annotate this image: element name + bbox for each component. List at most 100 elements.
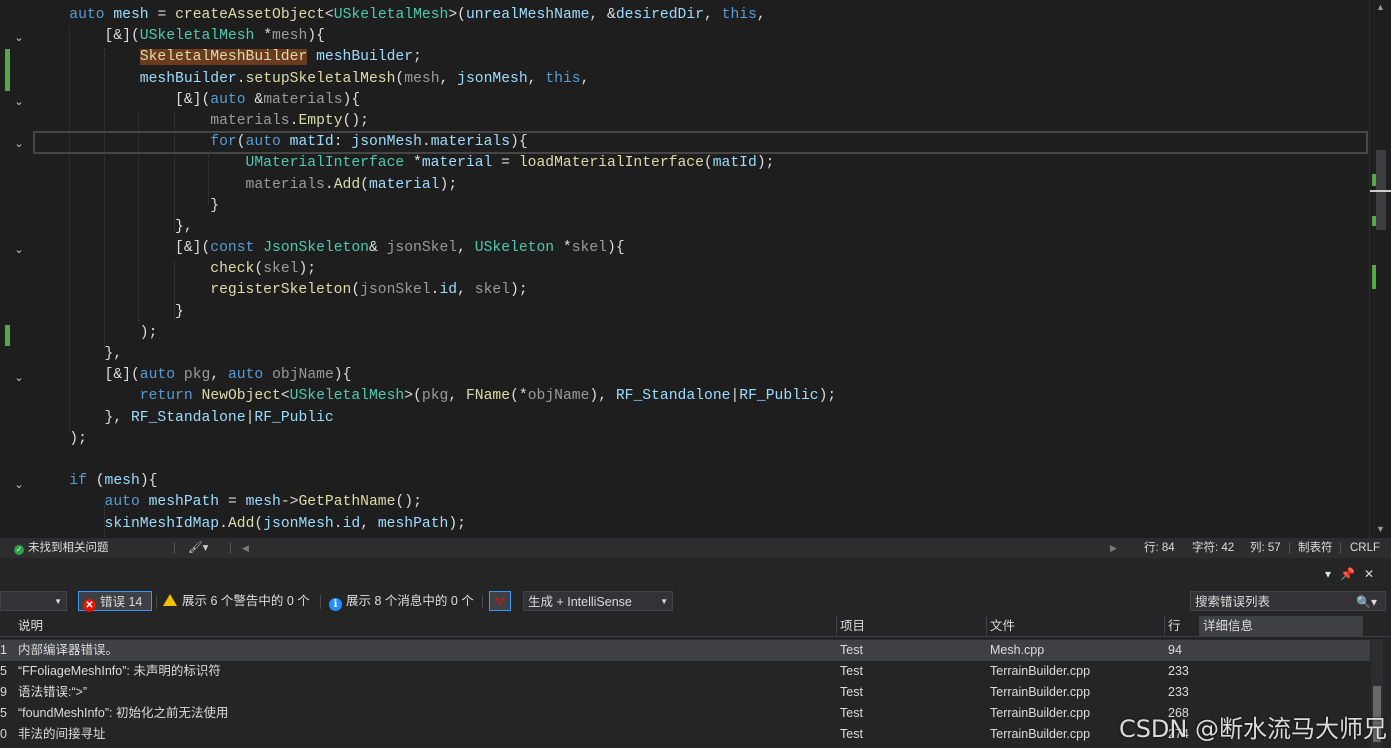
error-file-cell: Mesh.cpp: [990, 643, 1045, 657]
error-file-cell: TerrainBuilder.cpp: [990, 685, 1091, 699]
warnings-label: 展示 6 个警告中的 0 个: [182, 594, 310, 608]
divider: [230, 542, 231, 554]
code-line[interactable]: check(skel);: [34, 259, 1369, 280]
error-row[interactable]: 1 内部编译器错误。 Test Mesh.cpp 94: [0, 640, 1370, 661]
code-line[interactable]: }: [34, 302, 1369, 323]
code-line[interactable]: if (mesh){: [34, 471, 1369, 492]
editor-vertical-scrollbar[interactable]: ▲ ▼: [1369, 0, 1391, 538]
error-line-cell: 233: [1168, 685, 1189, 699]
chevron-down-icon: ▼: [660, 597, 668, 606]
fold-collapse-icon[interactable]: ⌄: [12, 137, 26, 151]
code-line[interactable]: materials.Add(material);: [34, 175, 1369, 196]
code-line[interactable]: SkeletalMeshBuilder meshBuilder;: [34, 47, 1369, 68]
code-cleanup-brush-icon[interactable]: 🖌▾: [188, 538, 208, 558]
scroll-left-icon[interactable]: ◀: [242, 538, 249, 558]
scroll-caret-marker: [1370, 190, 1391, 192]
divider: [174, 542, 175, 554]
column-divider[interactable]: [836, 616, 837, 637]
fold-collapse-icon[interactable]: ⌄: [12, 371, 26, 385]
panel-header: ▾📌✕: [0, 564, 1391, 586]
column-header-details[interactable]: 详细信息: [1199, 616, 1363, 637]
divider: [1340, 542, 1341, 554]
search-placeholder: 搜索错误列表: [1195, 595, 1271, 609]
code-line[interactable]: return NewObject<USkeletalMesh>(pkg, FNa…: [34, 386, 1369, 407]
char-indicator[interactable]: 字符: 42: [1192, 538, 1234, 558]
code-line[interactable]: skinMeshIdMap.Add(jsonMesh.id, meshPath)…: [34, 514, 1369, 535]
source-dropdown[interactable]: 生成 + IntelliSense ▼: [523, 591, 673, 611]
watermark: CSDN @断水流马大师兄: [1118, 715, 1387, 743]
warning-icon: [163, 594, 177, 606]
divider: [482, 595, 483, 609]
line-indicator[interactable]: 行: 84: [1144, 538, 1175, 558]
warnings-filter-button[interactable]: 展示 6 个警告中的 0 个: [163, 591, 310, 611]
code-line[interactable]: registerSkeleton(jsonSkel.id, skel);: [34, 280, 1369, 301]
code-line[interactable]: [&](const JsonSkeleton& jsonSkel, USkele…: [34, 238, 1369, 259]
error-code-cell: 5: [0, 706, 7, 720]
code-line[interactable]: );: [34, 323, 1369, 344]
divider: [156, 595, 157, 609]
health-indicator[interactable]: ✓ 未找到相关问题: [14, 538, 109, 558]
error-list-toolbar: ▼ ✕ 错误 14 展示 6 个警告中的 0 个 i 展示 8 个消息中的 0 个 …: [0, 588, 1391, 614]
filter-icon[interactable]: ⛛: [489, 591, 511, 611]
code-line[interactable]: }: [34, 196, 1369, 217]
pin-icon[interactable]: 📌: [1340, 567, 1364, 581]
error-description-cell: 内部编译器错误。: [18, 643, 119, 657]
scroll-up-icon[interactable]: ▲: [1376, 2, 1385, 12]
error-code-cell: 5: [0, 664, 7, 678]
messages-filter-button[interactable]: i 展示 8 个消息中的 0 个: [329, 591, 474, 611]
scroll-right-icon[interactable]: ▶: [1110, 538, 1117, 558]
fold-collapse-icon[interactable]: ⌄: [12, 478, 26, 492]
error-code-cell: 9: [0, 685, 7, 699]
change-marker: [5, 325, 10, 346]
search-error-list-input[interactable]: 搜索错误列表 🔍▾: [1190, 591, 1386, 611]
column-header-description[interactable]: 说明: [18, 616, 43, 637]
chevron-down-icon: ▼: [54, 597, 62, 606]
close-icon[interactable]: ✕: [1364, 567, 1383, 581]
window-position-dropdown-icon[interactable]: ▾: [1325, 567, 1340, 581]
messages-label: 展示 8 个消息中的 0 个: [346, 594, 474, 608]
column-header-file[interactable]: 文件: [990, 616, 1015, 637]
search-icon[interactable]: 🔍▾: [1356, 592, 1377, 612]
column-divider[interactable]: [986, 616, 987, 637]
code-line[interactable]: UMaterialInterface *material = loadMater…: [34, 153, 1369, 174]
error-row[interactable]: 9 语法错误:“>” Test TerrainBuilder.cpp 233: [0, 682, 1370, 703]
error-line-cell: 233: [1168, 664, 1189, 678]
code-line[interactable]: [34, 450, 1369, 471]
fold-collapse-icon[interactable]: ⌄: [12, 243, 26, 257]
scroll-down-icon[interactable]: ▼: [1376, 524, 1385, 534]
editor-gutter: ⌄ ⌄ ⌄ ⌄ ⌄ ⌄: [0, 0, 34, 538]
code-area[interactable]: auto mesh = createAssetObject<USkeletalM…: [33, 5, 1369, 538]
column-header-line[interactable]: 行: [1168, 616, 1181, 637]
line-ending-indicator[interactable]: CRLF: [1350, 538, 1380, 558]
column-indicator[interactable]: 列: 57: [1250, 538, 1281, 558]
error-project-cell: Test: [840, 727, 863, 741]
code-line[interactable]: materials.Empty();: [34, 111, 1369, 132]
error-project-cell: Test: [840, 685, 863, 699]
error-row[interactable]: 5 “FFoliageMeshInfo”: 未声明的标识符 Test TerrainB…: [0, 661, 1370, 682]
fold-collapse-icon[interactable]: ⌄: [12, 95, 26, 109]
code-line[interactable]: },: [34, 344, 1369, 365]
code-line[interactable]: [&](USkeletalMesh *mesh){: [34, 26, 1369, 47]
error-description-cell: 非法的间接寻址: [18, 727, 106, 741]
column-divider[interactable]: [1164, 616, 1165, 637]
fold-collapse-icon[interactable]: ⌄: [12, 31, 26, 45]
code-line[interactable]: meshBuilder.setupSkeletalMesh(mesh, json…: [34, 69, 1369, 90]
code-editor[interactable]: ⌄ ⌄ ⌄ ⌄ ⌄ ⌄ auto mesh = createAssetObjec…: [0, 0, 1391, 538]
error-file-cell: TerrainBuilder.cpp: [990, 727, 1091, 741]
code-line[interactable]: for(auto matId: jsonMesh.materials){: [33, 131, 1368, 155]
scope-dropdown[interactable]: ▼: [0, 591, 67, 611]
tabs-indicator[interactable]: 制表符: [1298, 538, 1333, 558]
divider: [1289, 542, 1290, 554]
check-circle-icon: ✓: [14, 545, 24, 555]
code-line[interactable]: auto meshPath = mesh->GetPathName();: [34, 492, 1369, 513]
code-line[interactable]: auto mesh = createAssetObject<USkeletalM…: [34, 5, 1369, 26]
column-header-project[interactable]: 项目: [840, 616, 865, 637]
errors-filter-button[interactable]: ✕ 错误 14: [78, 591, 152, 612]
code-line[interactable]: },: [34, 217, 1369, 238]
code-line[interactable]: }, RF_Standalone|RF_Public: [34, 408, 1369, 429]
code-line[interactable]: [&](auto pkg, auto objName){: [34, 365, 1369, 386]
code-line[interactable]: [&](auto &materials){: [34, 90, 1369, 111]
error-file-cell: TerrainBuilder.cpp: [990, 706, 1091, 720]
scroll-change-marker: [1372, 174, 1376, 186]
code-line[interactable]: );: [34, 429, 1369, 450]
